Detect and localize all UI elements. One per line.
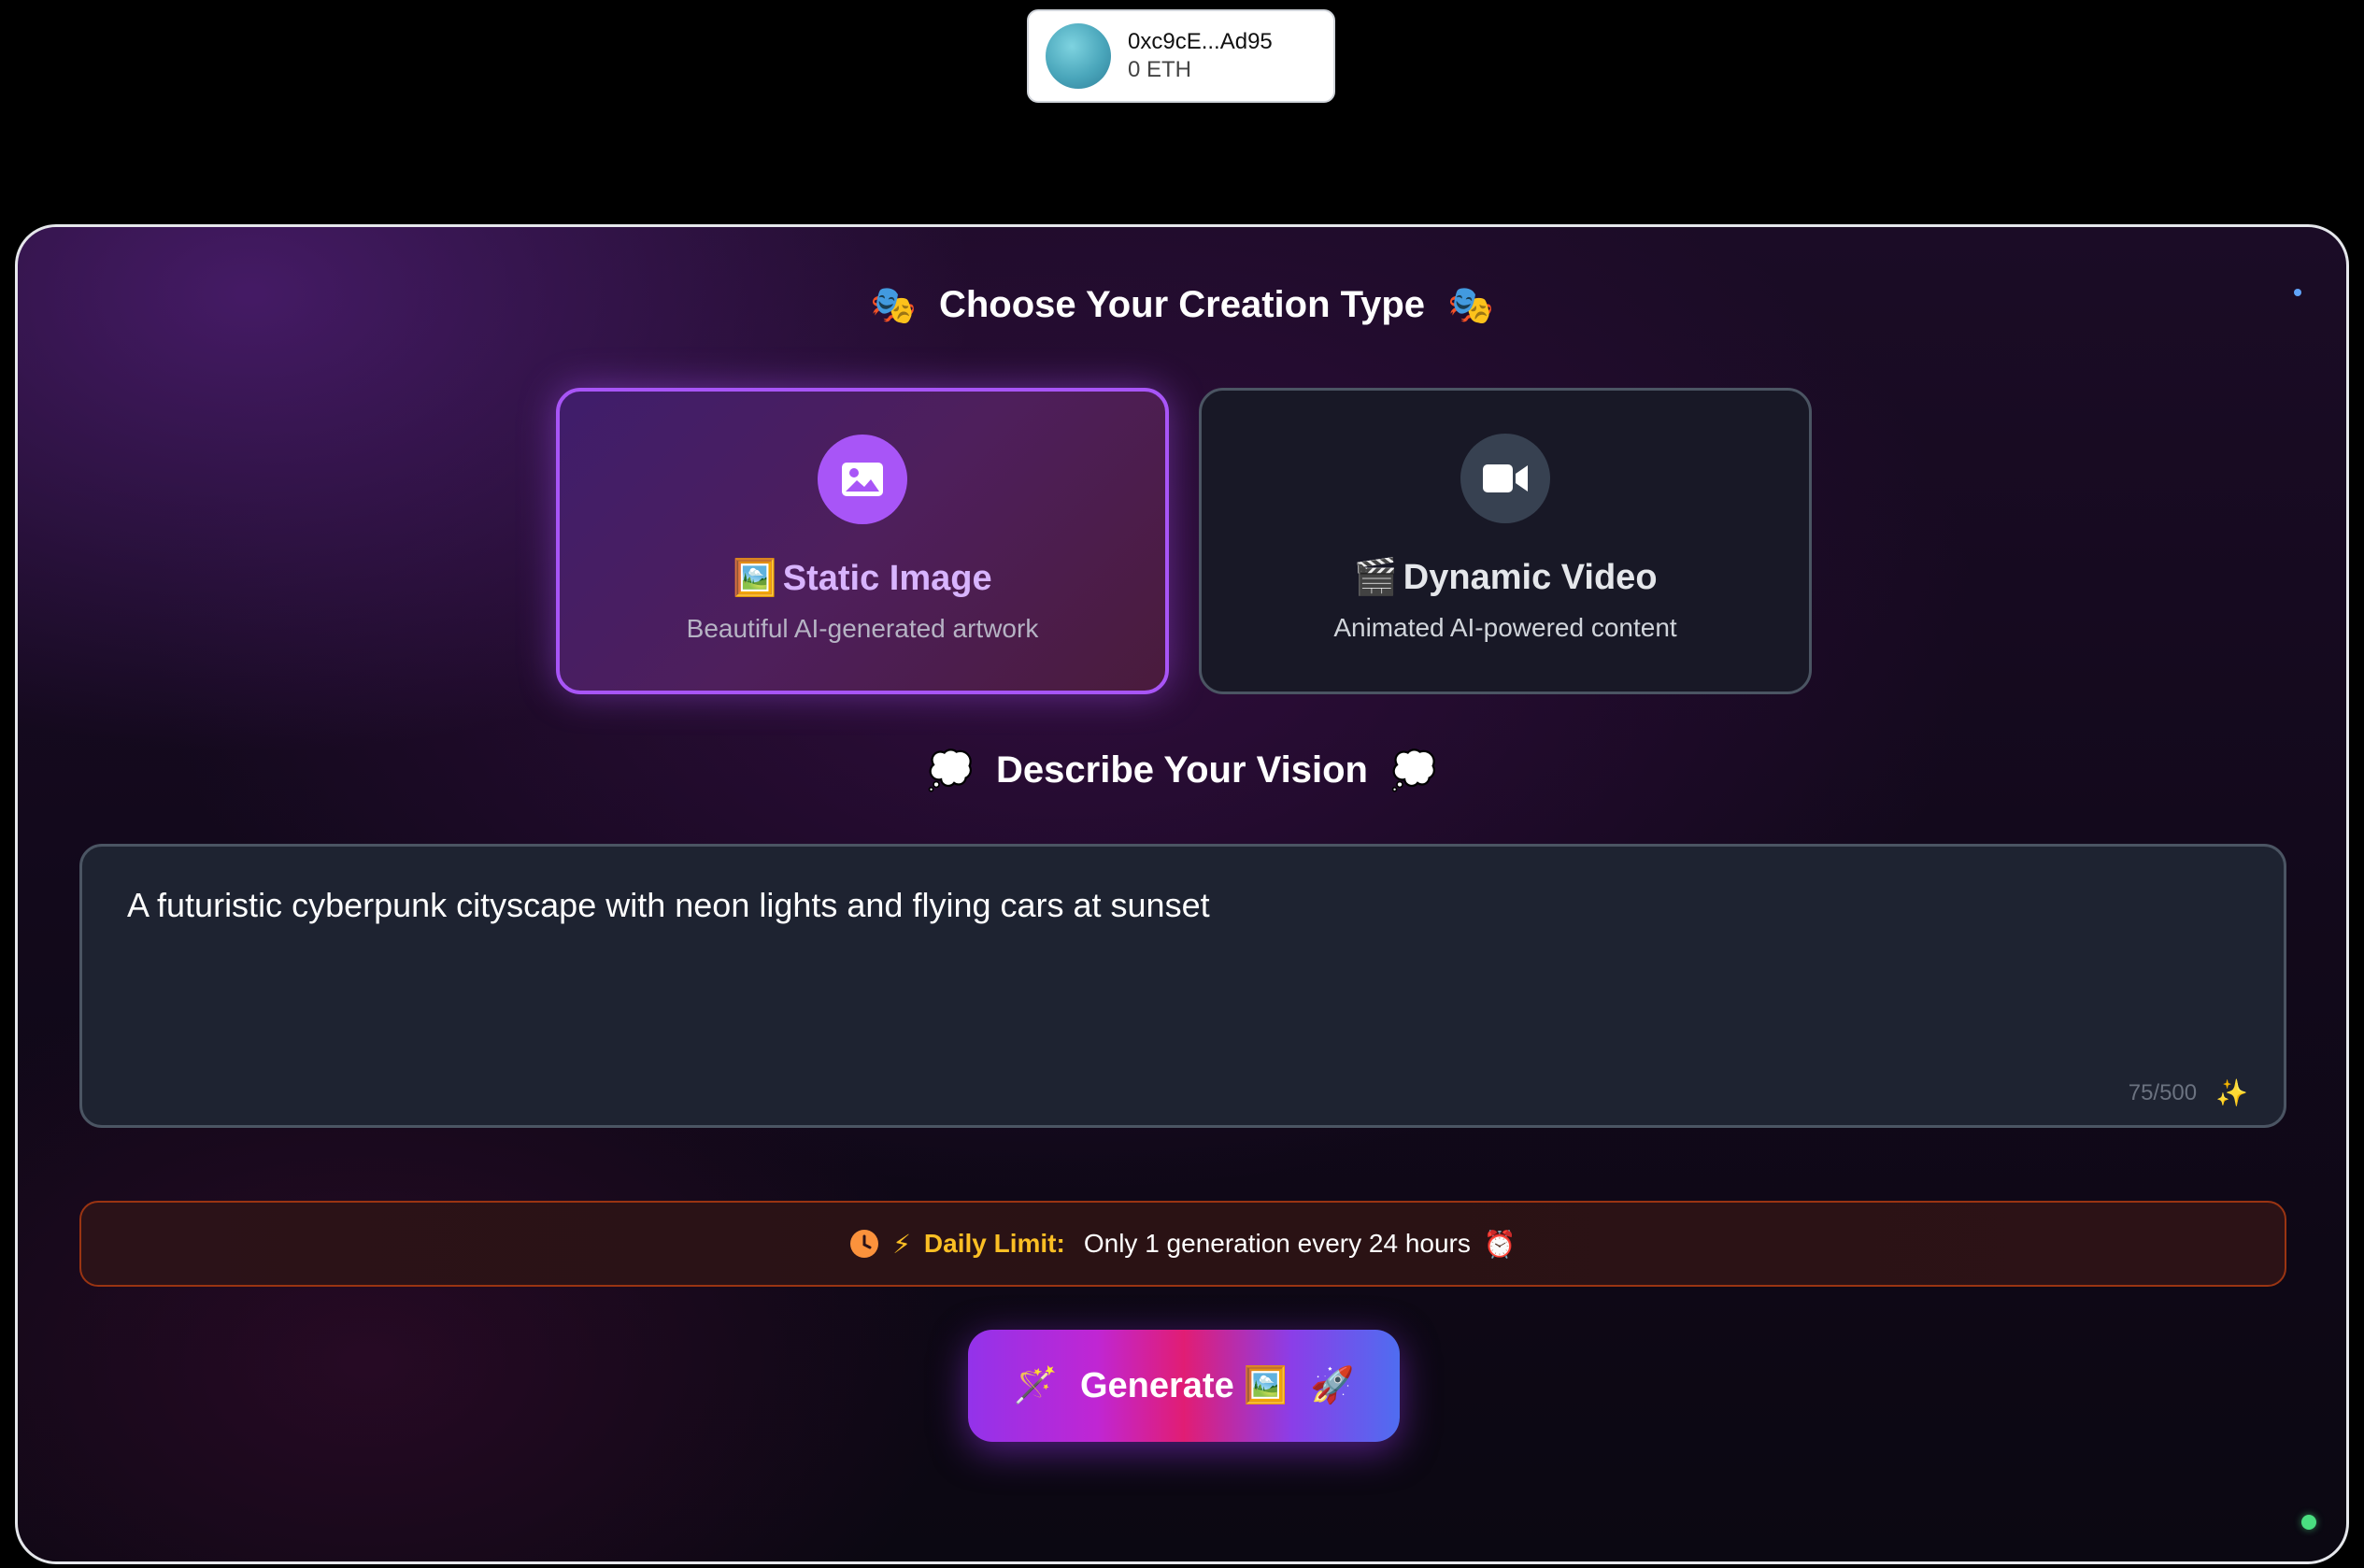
prompt-textarea[interactable]: A futuristic cyberpunk cityscape with ne… (79, 844, 2286, 1128)
prompt-text: A futuristic cyberpunk cityscape with ne… (127, 886, 1210, 924)
option-title: 🖼️ Static Image (733, 558, 991, 599)
creation-type-title: Choose Your Creation Type (938, 284, 1426, 325)
image-icon-circle (818, 435, 907, 524)
creation-card: 🎭 Choose Your Creation Type 🎭 🖼️ Static … (15, 224, 2349, 1564)
video-camera-icon (1483, 464, 1528, 492)
green-status-dot (2301, 1515, 2316, 1530)
option-title: 🎬 Dynamic Video (1353, 557, 1657, 598)
clock-icon (850, 1230, 879, 1258)
option-description: Beautiful AI-generated artwork (686, 614, 1039, 643)
framed-picture-icon: 🖼️ (733, 559, 777, 598)
creation-type-heading: 🎭 Choose Your Creation Type 🎭 (18, 283, 2346, 327)
lightning-icon: ⚡ (892, 1229, 911, 1259)
wallet-info: 0xc9cE...Ad95 0 ETH (1128, 29, 1273, 83)
image-icon (842, 463, 883, 496)
generate-button[interactable]: 🪄 Generate 🖼️ 🚀 (968, 1330, 1400, 1442)
vision-title: Describe Your Vision (996, 749, 1368, 791)
alarm-clock-icon: ⏰ (1483, 1229, 1517, 1259)
character-counter: 75/500 ✨ (2129, 1077, 2248, 1108)
thought-balloon-icon: 💭 (927, 750, 975, 791)
option-title-label: Static Image (782, 558, 992, 598)
counter-value: 75/500 (2128, 1079, 2198, 1105)
daily-limit-text: Only 1 generation every 24 hours (1083, 1229, 1471, 1258)
theater-masks-icon: 🎭 (1447, 285, 1494, 326)
wallet-balance: 0 ETH (1128, 57, 1192, 82)
theater-masks-icon: 🎭 (870, 285, 917, 326)
daily-limit-banner: ⚡ Daily Limit: Only 1 generation every 2… (79, 1201, 2286, 1287)
wallet-address: 0xc9cE...Ad95 (1128, 29, 1273, 54)
generate-label: Generate (1079, 1365, 1234, 1405)
vision-heading: 💭 Describe Your Vision 💭 (18, 748, 2346, 792)
framed-picture-icon: 🖼️ (1243, 1366, 1289, 1405)
thought-balloon-icon: 💭 (1389, 750, 1437, 791)
option-title-label: Dynamic Video (1403, 557, 1658, 597)
video-icon-circle (1460, 434, 1550, 523)
wallet-button[interactable]: 0xc9cE...Ad95 0 ETH (1027, 9, 1335, 103)
wallet-avatar (1046, 23, 1111, 89)
daily-limit-label: Daily Limit: (923, 1229, 1065, 1258)
option-description: Animated AI-powered content (1333, 613, 1677, 642)
option-dynamic-video[interactable]: 🎬 Dynamic Video Animated AI-powered cont… (1199, 388, 1812, 694)
magic-wand-icon: 🪄 (1013, 1366, 1058, 1405)
option-static-image[interactable]: 🖼️ Static Image Beautiful AI-generated a… (556, 388, 1169, 694)
rocket-icon: 🚀 (1310, 1366, 1355, 1405)
sparkles-icon: ✨ (2215, 1078, 2248, 1107)
clapper-board-icon: 🎬 (1353, 558, 1398, 597)
